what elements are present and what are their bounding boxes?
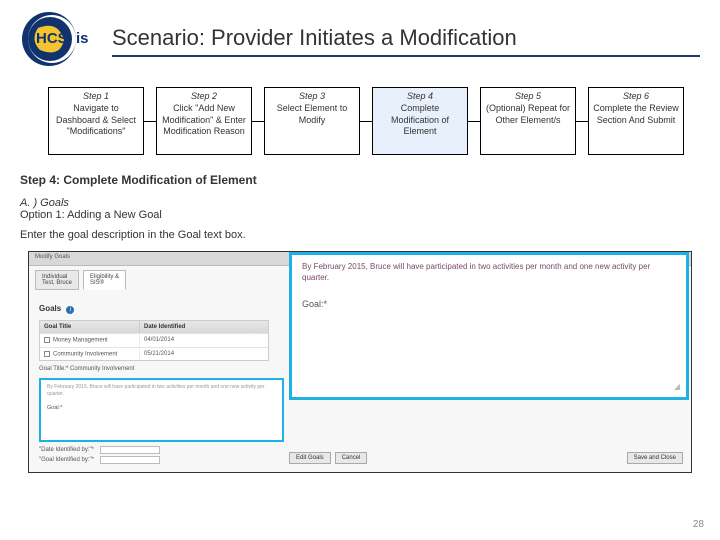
step-body: Navigate to Dashboard & Select "Modifica… bbox=[52, 103, 140, 137]
step-body: Select Element to Modify bbox=[268, 103, 356, 126]
app-tabs: Individual Test, Bruce Eligibility & SIS… bbox=[35, 270, 126, 290]
step-title: Step 5 bbox=[484, 91, 572, 102]
connector bbox=[144, 121, 156, 122]
sub-heading-a: A. ) Goals bbox=[0, 193, 720, 209]
checkbox-icon[interactable] bbox=[44, 351, 50, 357]
step-flow: Step 1 Navigate to Dashboard & Select "M… bbox=[0, 71, 720, 165]
goal-text-preview: By February 2015, Bruce will have partic… bbox=[47, 384, 276, 397]
callout-label: Goal:* bbox=[302, 299, 676, 309]
callout-text: By February 2015, Bruce will have partic… bbox=[302, 261, 676, 283]
info-icon[interactable]: i bbox=[66, 306, 74, 314]
col-date: Date Identified bbox=[140, 321, 268, 333]
slide-header: HCS is Scenario: Provider Initiates a Mo… bbox=[0, 0, 720, 71]
edit-goals-button[interactable]: Edit Goals bbox=[289, 452, 331, 464]
step-5: Step 5 (Optional) Repeat for Other Eleme… bbox=[480, 87, 576, 155]
hcsis-logo: HCS is bbox=[20, 10, 94, 71]
resize-handle-icon[interactable]: ◢ bbox=[674, 382, 680, 391]
connector bbox=[576, 121, 588, 122]
goal-callout: By February 2015, Bruce will have partic… bbox=[289, 252, 689, 400]
page-title: Scenario: Provider Initiates a Modificat… bbox=[112, 25, 700, 57]
svg-text:is: is bbox=[76, 30, 89, 47]
step-6: Step 6 Complete the Review Section And S… bbox=[588, 87, 684, 155]
goal-textbox-highlight[interactable]: By February 2015, Bruce will have partic… bbox=[39, 378, 284, 442]
goals-label: Goals i bbox=[39, 302, 279, 314]
goal-title-field: Goal Title:* Community Involvement bbox=[39, 366, 134, 372]
tab-eligibility[interactable]: Eligibility & SIS® bbox=[83, 270, 126, 290]
step-title: Step 1 bbox=[52, 91, 140, 102]
step-title: Step 2 bbox=[160, 91, 248, 102]
identified-by-select[interactable] bbox=[100, 456, 160, 464]
instruction-text: Enter the goal description in the Goal t… bbox=[0, 229, 720, 251]
checkbox-icon[interactable] bbox=[44, 337, 50, 343]
sub-heading-b: Option 1: Adding a New Goal bbox=[0, 209, 720, 229]
cancel-button[interactable]: Cancel bbox=[335, 452, 368, 464]
table-row[interactable]: Community Involvement 05/21/2014 bbox=[40, 347, 268, 361]
step-2: Step 2 Click "Add New Modification" & En… bbox=[156, 87, 252, 155]
section-heading: Step 4: Complete Modification of Element bbox=[0, 165, 720, 193]
table-row[interactable]: Money Management 04/01/2014 bbox=[40, 333, 268, 347]
step-body: Complete the Review Section And Submit bbox=[592, 103, 680, 126]
page-number: 28 bbox=[693, 519, 704, 530]
step-title: Step 3 bbox=[268, 91, 356, 102]
date-identified-select[interactable] bbox=[100, 446, 160, 454]
goal-label: Goal:* bbox=[47, 405, 276, 413]
tab-individual[interactable]: Individual Test, Bruce bbox=[35, 270, 79, 290]
bottom-fields: "Date Identified by:"* "Goal Identified … bbox=[39, 446, 160, 466]
step-title: Step 4 bbox=[376, 91, 464, 102]
col-goal-title: Goal Title bbox=[40, 321, 140, 333]
svg-text:HCS: HCS bbox=[36, 30, 68, 47]
connector bbox=[360, 121, 372, 122]
step-4-active: Step 4 Complete Modification of Element bbox=[372, 87, 468, 155]
step-body: Complete Modification of Element bbox=[376, 103, 464, 137]
goals-table: Goal Title Date Identified Money Managem… bbox=[39, 320, 269, 361]
step-body: Click "Add New Modification" & Enter Mod… bbox=[160, 103, 248, 137]
connector bbox=[468, 121, 480, 122]
step-3: Step 3 Select Element to Modify bbox=[264, 87, 360, 155]
step-title: Step 6 bbox=[592, 91, 680, 102]
step-body: (Optional) Repeat for Other Element/s bbox=[484, 103, 572, 126]
connector bbox=[252, 121, 264, 122]
save-close-button[interactable]: Save and Close bbox=[627, 452, 683, 464]
embedded-screenshot: Modify Goals Individual Test, Bruce Elig… bbox=[28, 251, 692, 473]
step-1: Step 1 Navigate to Dashboard & Select "M… bbox=[48, 87, 144, 155]
